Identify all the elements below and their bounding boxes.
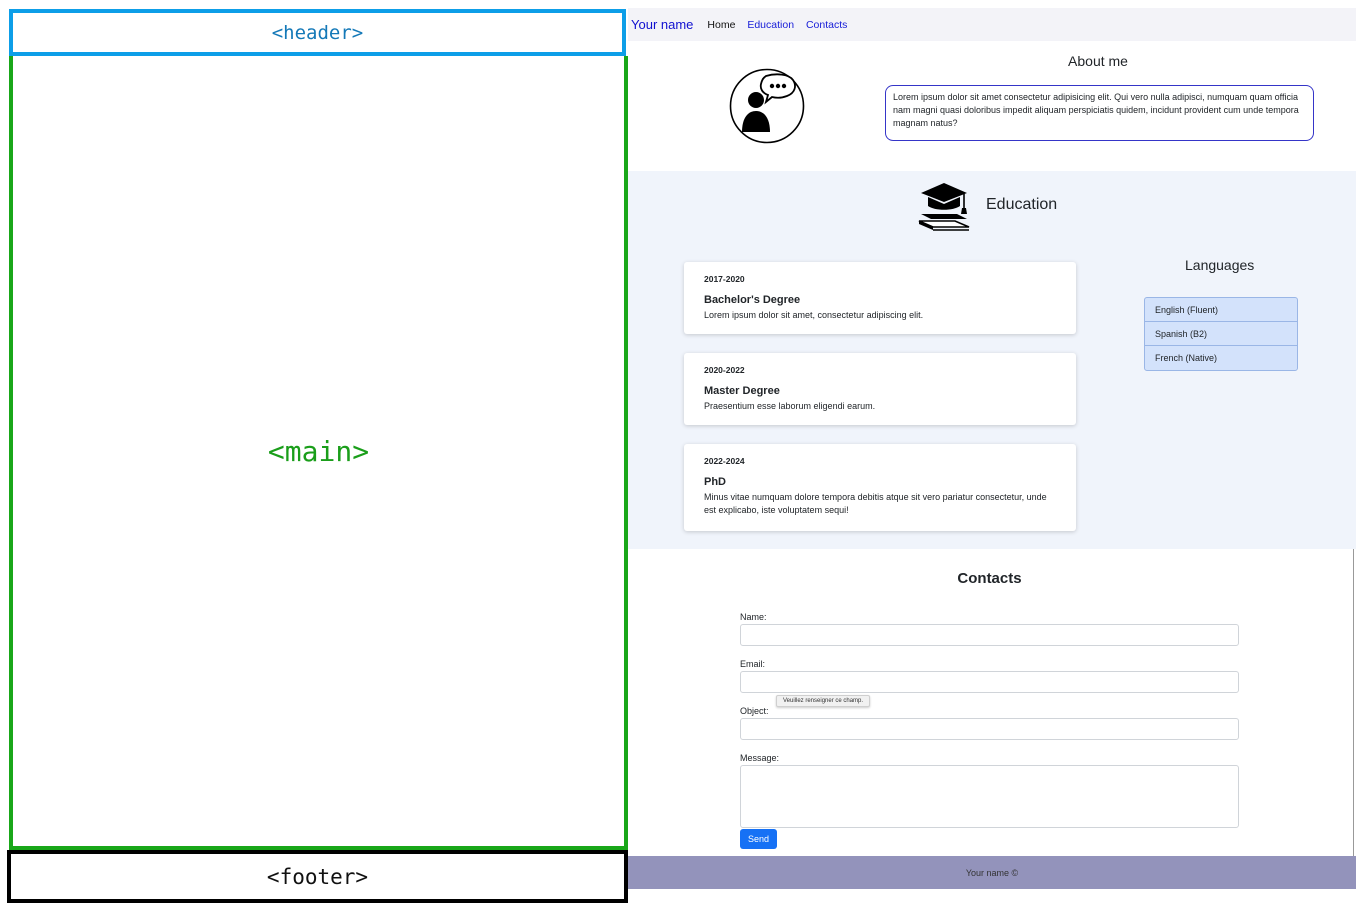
- contacts-section: Contacts Name: Email: Veuillez renseigne…: [628, 549, 1354, 856]
- education-card: 2017-2020 Bachelor's Degree Lorem ipsum …: [684, 262, 1076, 334]
- education-years: 2020-2022: [704, 365, 745, 375]
- languages-list: English (Fluent) Spanish (B2) French (Na…: [1144, 297, 1298, 371]
- about-title: About me: [1068, 53, 1128, 69]
- navbar: Your name Home Education Contacts: [628, 8, 1356, 41]
- language-item: French (Native): [1155, 353, 1218, 363]
- nav-links: Home Education Contacts: [707, 19, 856, 31]
- language-item: English (Fluent): [1145, 298, 1297, 322]
- about-section: About me Lorem ipsum dolor sit amet cons…: [628, 41, 1356, 171]
- message-textarea[interactable]: [740, 765, 1239, 828]
- about-text: Lorem ipsum dolor sit amet consectetur a…: [885, 85, 1314, 141]
- education-years: 2022-2024: [704, 456, 745, 466]
- wireframe-header-box: <header>: [9, 9, 626, 56]
- education-degree: Bachelor's Degree: [704, 294, 801, 306]
- website-preview: Your name Home Education Contacts About …: [628, 0, 1356, 904]
- education-card: 2020-2022 Master Degree Praesentium esse…: [684, 353, 1076, 425]
- brand-link[interactable]: Your name: [631, 17, 693, 32]
- nav-link-contacts[interactable]: Contacts: [806, 19, 847, 31]
- name-label: Name:: [740, 612, 767, 622]
- education-description: Lorem ipsum dolor sit amet, consectetur …: [704, 310, 924, 320]
- validation-tooltip: Veuillez renseigner ce champ.: [776, 695, 871, 707]
- education-degree: PhD: [704, 476, 726, 488]
- footer-text: Your name ©: [965, 867, 1019, 878]
- education-title: Education: [986, 196, 1058, 213]
- site-footer: Your name ©: [628, 856, 1356, 889]
- send-button[interactable]: Send: [740, 829, 777, 849]
- name-input[interactable]: [740, 624, 1239, 646]
- object-label: Object:: [740, 706, 769, 716]
- contacts-title: Contacts: [957, 570, 1022, 587]
- education-degree: Master Degree: [704, 385, 780, 397]
- email-input[interactable]: [740, 671, 1239, 693]
- person-speech-icon: [729, 68, 805, 144]
- message-label: Message:: [740, 753, 780, 763]
- wireframe-main-box: <main>: [9, 56, 628, 850]
- education-years: 2017-2020: [704, 274, 745, 284]
- wireframe-footer-box: <footer>: [7, 850, 628, 903]
- graduation-cap-books-icon: [918, 183, 970, 231]
- object-input[interactable]: [740, 718, 1239, 740]
- education-description: Praesentium esse laborum eligendi earum.: [704, 401, 876, 411]
- education-description: Minus vitae numquam dolore tempora debit…: [704, 492, 1047, 515]
- languages-title: Languages: [1185, 257, 1255, 273]
- education-card: 2022-2024 PhD Minus vitae numquam dolore…: [684, 444, 1076, 531]
- education-section: Education 2017-2020 Bachelor's Degree Lo…: [628, 171, 1356, 549]
- email-label: Email:: [740, 659, 766, 669]
- language-item: Spanish (B2): [1145, 322, 1297, 346]
- nav-link-education[interactable]: Education: [747, 19, 794, 31]
- nav-link-home[interactable]: Home: [707, 19, 735, 31]
- layout-wireframe: <header> <main> <footer>: [0, 0, 628, 904]
